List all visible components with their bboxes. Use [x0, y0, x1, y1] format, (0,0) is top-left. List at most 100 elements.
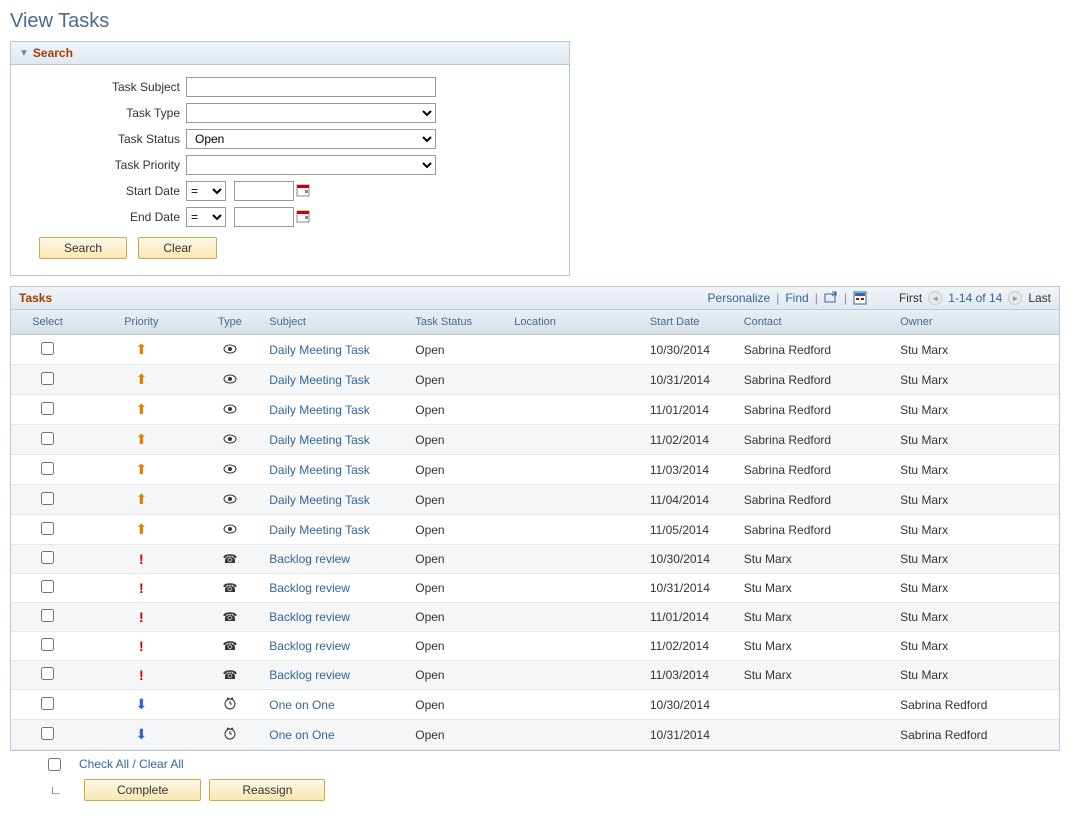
- next-page-icon[interactable]: ►: [1008, 291, 1022, 305]
- complete-button[interactable]: Complete: [84, 779, 201, 801]
- row-checkbox[interactable]: [41, 551, 54, 564]
- col-select[interactable]: Select: [11, 310, 84, 335]
- status-cell: Open: [407, 365, 506, 395]
- zoom-icon[interactable]: [824, 291, 838, 305]
- download-icon[interactable]: [853, 291, 867, 305]
- page-range[interactable]: 1-14 of 14: [948, 291, 1002, 305]
- subject-link[interactable]: Backlog review: [269, 552, 350, 566]
- status-cell: Open: [407, 335, 506, 365]
- subject-link[interactable]: Daily Meeting Task: [269, 343, 370, 357]
- eye-icon: [223, 343, 237, 357]
- date-cell: 11/03/2014: [642, 455, 736, 485]
- subject-link[interactable]: Daily Meeting Task: [269, 433, 370, 447]
- check-all-link[interactable]: Check All / Clear All: [79, 757, 184, 771]
- row-checkbox[interactable]: [41, 462, 54, 475]
- row-checkbox[interactable]: [41, 432, 54, 445]
- status-cell: Open: [407, 690, 506, 720]
- row-checkbox[interactable]: [41, 609, 54, 622]
- priority-low-icon: ⬇: [135, 696, 147, 712]
- calendar-icon[interactable]: [296, 183, 312, 199]
- end-date-input[interactable]: [234, 207, 294, 227]
- priority-high-icon: ⬆: [135, 401, 147, 417]
- personalize-link[interactable]: Personalize: [708, 291, 771, 305]
- row-checkbox[interactable]: [41, 727, 54, 740]
- row-checkbox[interactable]: [41, 522, 54, 535]
- row-checkbox[interactable]: [41, 580, 54, 593]
- task-status-select[interactable]: Open: [186, 129, 436, 149]
- task-priority-label: Task Priority: [31, 158, 186, 172]
- task-subject-input[interactable]: [186, 77, 436, 97]
- priority-high-icon: ⬆: [135, 371, 147, 387]
- date-cell: 10/31/2014: [642, 365, 736, 395]
- phone-icon: ☎: [222, 552, 237, 566]
- reassign-button[interactable]: Reassign: [209, 779, 325, 801]
- first-link[interactable]: First: [899, 291, 922, 305]
- date-cell: 10/30/2014: [642, 335, 736, 365]
- col-contact[interactable]: Contact: [736, 310, 892, 335]
- row-checkbox[interactable]: [41, 342, 54, 355]
- row-checkbox[interactable]: [41, 492, 54, 505]
- owner-cell: Stu Marx: [892, 365, 1059, 395]
- subject-link[interactable]: Daily Meeting Task: [269, 403, 370, 417]
- subject-link[interactable]: Backlog review: [269, 581, 350, 595]
- contact-cell: [736, 690, 892, 720]
- subject-link[interactable]: Daily Meeting Task: [269, 463, 370, 477]
- separator: |: [815, 291, 818, 305]
- task-priority-select[interactable]: [186, 155, 436, 175]
- col-owner[interactable]: Owner: [892, 310, 1059, 335]
- owner-cell: Stu Marx: [892, 661, 1059, 690]
- location-cell: [506, 365, 642, 395]
- subject-link[interactable]: One on One: [269, 728, 334, 742]
- calendar-icon[interactable]: [296, 209, 312, 225]
- owner-cell: Stu Marx: [892, 603, 1059, 632]
- location-cell: [506, 425, 642, 455]
- subject-link[interactable]: Backlog review: [269, 610, 350, 624]
- task-subject-label: Task Subject: [31, 80, 186, 94]
- contact-cell: Sabrina Redford: [736, 515, 892, 545]
- row-checkbox[interactable]: [41, 667, 54, 680]
- contact-cell: [736, 720, 892, 750]
- search-button[interactable]: Search: [39, 237, 127, 259]
- subject-link[interactable]: Daily Meeting Task: [269, 373, 370, 387]
- col-type[interactable]: Type: [199, 310, 262, 335]
- phone-icon: ☎: [222, 610, 237, 624]
- table-row: !☎Backlog reviewOpen11/02/2014Stu MarxSt…: [11, 632, 1059, 661]
- subject-link[interactable]: Backlog review: [269, 639, 350, 653]
- find-link[interactable]: Find: [785, 291, 808, 305]
- row-checkbox[interactable]: [41, 638, 54, 651]
- location-cell: [506, 485, 642, 515]
- subject-link[interactable]: One on One: [269, 698, 334, 712]
- date-cell: 11/05/2014: [642, 515, 736, 545]
- last-link[interactable]: Last: [1028, 291, 1051, 305]
- col-priority[interactable]: Priority: [84, 310, 199, 335]
- prev-page-icon[interactable]: ◄: [928, 291, 942, 305]
- priority-critical-icon: !: [139, 551, 144, 567]
- start-date-input[interactable]: [234, 181, 294, 201]
- owner-cell: Stu Marx: [892, 425, 1059, 455]
- date-cell: 11/02/2014: [642, 425, 736, 455]
- check-all-checkbox[interactable]: [48, 758, 61, 771]
- location-cell: [506, 455, 642, 485]
- row-checkbox[interactable]: [41, 697, 54, 710]
- col-subject[interactable]: Subject: [261, 310, 407, 335]
- end-date-operator[interactable]: =: [186, 207, 226, 227]
- status-cell: Open: [407, 632, 506, 661]
- table-row: ⬆Daily Meeting TaskOpen10/31/2014Sabrina…: [11, 365, 1059, 395]
- col-start-date[interactable]: Start Date: [642, 310, 736, 335]
- priority-high-icon: ⬆: [135, 521, 147, 537]
- owner-cell: Sabrina Redford: [892, 720, 1059, 750]
- task-type-select[interactable]: [186, 103, 436, 123]
- col-status[interactable]: Task Status: [407, 310, 506, 335]
- clear-button[interactable]: Clear: [138, 237, 217, 259]
- collapse-icon[interactable]: ▼: [19, 48, 29, 59]
- subject-link[interactable]: Daily Meeting Task: [269, 523, 370, 537]
- tasks-grid-panel: Tasks Personalize | Find | | First ◄ 1-1…: [10, 286, 1060, 751]
- subject-link[interactable]: Daily Meeting Task: [269, 493, 370, 507]
- subject-link[interactable]: Backlog review: [269, 668, 350, 682]
- owner-cell: Stu Marx: [892, 515, 1059, 545]
- col-location[interactable]: Location: [506, 310, 642, 335]
- start-date-operator[interactable]: =: [186, 181, 226, 201]
- search-section-title: Search: [33, 46, 73, 60]
- row-checkbox[interactable]: [41, 372, 54, 385]
- row-checkbox[interactable]: [41, 402, 54, 415]
